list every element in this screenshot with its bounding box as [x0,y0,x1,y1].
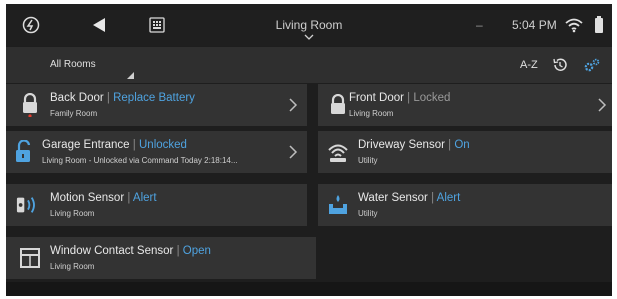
bottom-strip [6,282,612,296]
lock-icon [326,93,350,117]
chevron-right-icon[interactable] [287,144,299,160]
device-room: Living Room [50,262,95,271]
device-status: Alert [436,192,461,204]
chevron-right-icon[interactable] [596,97,608,113]
device-name: Garage Entrance [42,139,130,151]
device-room: Living Room [50,209,95,218]
device-tile-back-door[interactable]: Back Door | Replace Battery Family Room [6,84,307,126]
chevron-right-icon[interactable] [287,97,299,113]
status-dash: – [476,18,483,32]
device-status: On [454,139,470,151]
clock-time: 5:04 PM [512,18,557,32]
device-tile-water-sensor[interactable]: Water Sensor | Alert Utility [318,184,612,226]
device-room: Family Room [50,109,98,118]
device-status: Open [182,245,211,257]
device-status: Alert [132,192,157,204]
device-tile-front-door[interactable]: Front Door | Locked Living Room [318,84,612,126]
room-filter-dropdown[interactable]: All Rooms [50,59,96,70]
device-room: Living Room [349,109,394,118]
device-name: Motion Sensor [50,192,125,204]
room-chevron-down-icon[interactable] [304,34,314,40]
dropdown-corner-icon[interactable] [127,72,134,79]
status-bar: Living Room – 5:04 PM [6,4,612,46]
history-icon[interactable] [551,56,569,74]
unlock-icon [12,140,36,164]
device-room: Utility [358,156,378,165]
motion-sensor-icon [326,140,350,164]
device-status: Replace Battery [113,92,195,104]
device-tile-motion-sensor[interactable]: Motion Sensor | Alert Living Room [6,184,307,226]
water-sensor-icon [326,193,350,217]
window-icon [18,246,42,270]
wifi-icon [563,14,585,36]
settings-icon[interactable] [583,56,601,74]
device-name: Back Door [50,92,104,104]
device-status: Locked [413,92,451,104]
device-room: Utility [358,209,378,218]
device-name: Driveway Sensor [358,139,445,151]
sort-az-button[interactable]: A-Z [520,59,538,71]
battery-icon [588,14,610,36]
device-room: Living Room - Unlocked via Command Today… [42,156,238,165]
device-tile-driveway-sensor[interactable]: Driveway Sensor | On Utility [318,131,612,173]
wave-sensor-icon [16,193,40,217]
device-tile-garage-entrance[interactable]: Garage Entrance | Unlocked Living Room -… [6,131,307,173]
device-status: Unlocked [139,139,187,151]
device-screen: Living Room – 5:04 PM All Rooms A-Z Back… [6,4,612,296]
device-name: Window Contact Sensor [50,245,174,257]
device-name: Water Sensor [358,192,428,204]
lock-icon [18,93,42,117]
device-name: Front Door [349,92,404,104]
device-tile-window-contact-sensor[interactable]: Window Contact Sensor | Open Living Room [6,237,316,279]
toolbar: All Rooms A-Z [6,47,612,83]
